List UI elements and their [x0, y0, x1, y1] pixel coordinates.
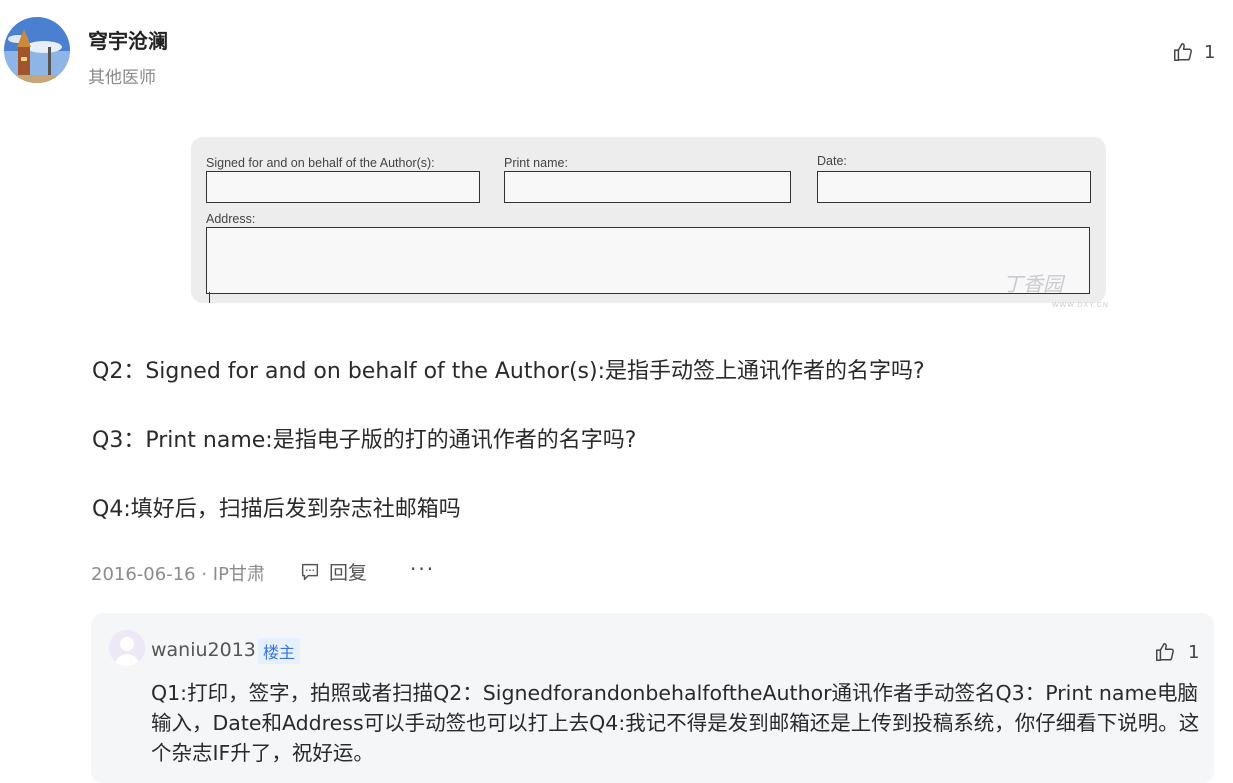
- form-box-address: [206, 227, 1090, 294]
- author-avatar[interactable]: [4, 17, 70, 83]
- reply-avatar[interactable]: [109, 630, 145, 666]
- post-meta: 2016-06-16 · IP甘肃: [91, 564, 265, 585]
- form-box-print: [504, 171, 791, 203]
- question-q3: Q3：Print name:是指电子版的打的通讯作者的名字吗?: [92, 428, 637, 453]
- form-box-signed: [206, 171, 480, 203]
- watermark-url: WWW.DXY.CN: [1052, 302, 1109, 309]
- op-badge: 楼主: [258, 638, 301, 664]
- reply-label: 回复: [329, 562, 368, 584]
- reply-button[interactable]: 回复: [299, 558, 367, 585]
- author-name[interactable]: 穹宇沧澜: [88, 25, 168, 54]
- reply-like-button[interactable]: 1: [1154, 641, 1199, 663]
- reply-author-name[interactable]: waniu2013: [151, 639, 256, 661]
- form-label-address: Address:: [206, 212, 256, 226]
- post-like-count: 1: [1204, 41, 1216, 63]
- reply-like-count: 1: [1188, 641, 1200, 663]
- thumbs-up-icon: [1174, 43, 1192, 61]
- more-options-button[interactable]: ···: [410, 557, 435, 581]
- thumbs-up-icon: [1156, 643, 1174, 661]
- reply-text: Q1:打印，签字，拍照或者扫描Q2：Signedforandonbehalfof…: [151, 681, 1200, 765]
- form-label-date: Date:: [817, 154, 847, 168]
- post-like-button[interactable]: 1: [1172, 41, 1215, 63]
- watermark-logo: 丁香园: [1003, 274, 1063, 296]
- form-screenshot-image[interactable]: Signed for and on behalf of the Author(s…: [191, 137, 1106, 303]
- form-label-signed: Signed for and on behalf of the Author(s…: [206, 156, 435, 170]
- question-q4: Q4:填好后，扫描后发到杂志社邮箱吗: [92, 497, 461, 522]
- form-label-print: Print name:: [504, 156, 568, 170]
- author-title: 其他医师: [88, 68, 156, 88]
- form-box-date: [817, 171, 1091, 203]
- comment-icon: [301, 563, 319, 580]
- form-cursor-line: [209, 292, 210, 303]
- question-q2: Q2：Signed for and on behalf of the Autho…: [92, 359, 925, 384]
